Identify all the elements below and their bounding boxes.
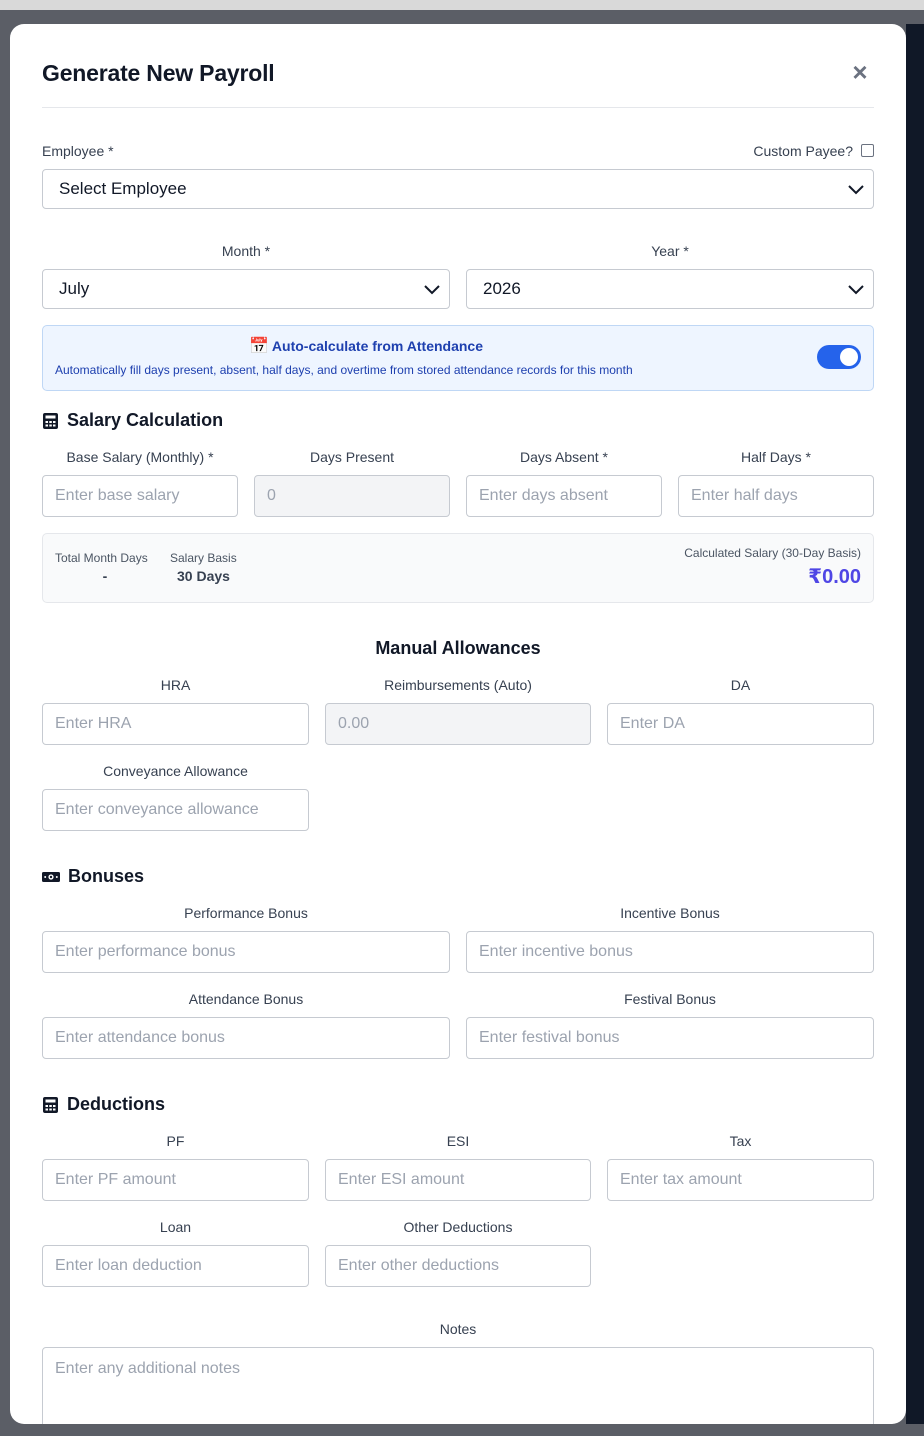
hra-label: HRA xyxy=(160,677,191,693)
pf-label: PF xyxy=(166,1133,185,1149)
notes-placeholder: Enter any additional notes xyxy=(55,1360,241,1377)
da-placeholder: Enter DA xyxy=(620,715,685,732)
conveyance-label: Conveyance Allowance xyxy=(103,763,248,779)
days-present-input: 0 xyxy=(254,475,450,517)
backdrop-top xyxy=(0,0,924,10)
employee-label: Employee * xyxy=(42,143,114,159)
payroll-modal: Generate New Payroll × Employee * Custom… xyxy=(10,24,906,1424)
other-deductions-label: Other Deductions xyxy=(403,1219,513,1235)
esi-input[interactable]: Enter ESI amount xyxy=(325,1159,591,1201)
attendance-bonus-placeholder: Enter attendance bonus xyxy=(55,1029,225,1046)
close-button[interactable]: × xyxy=(846,56,874,87)
salary-section-title: Salary Calculation xyxy=(42,410,223,431)
esi-placeholder: Enter ESI amount xyxy=(338,1171,465,1188)
incentive-bonus-label: Incentive Bonus xyxy=(620,905,720,921)
autocalc-title-row: 📅 Auto-calculate from Attendance xyxy=(249,336,483,356)
money-icon xyxy=(42,871,60,882)
autocalc-panel: 📅 Auto-calculate from Attendance Automat… xyxy=(42,325,874,391)
loan-input[interactable]: Enter loan deduction xyxy=(42,1245,309,1287)
autocalc-title: Auto-calculate from Attendance xyxy=(271,338,483,354)
deductions-section-label: Deductions xyxy=(67,1094,166,1114)
hra-input[interactable]: Enter HRA xyxy=(42,703,309,745)
modal-header: Generate New Payroll × xyxy=(42,24,874,108)
toggle-knob xyxy=(840,348,858,366)
reimbursements-label: Reimbursements (Auto) xyxy=(384,677,532,693)
custom-payee-label: Custom Payee? xyxy=(753,143,853,159)
base-salary-placeholder: Enter base salary xyxy=(55,487,180,504)
da-input[interactable]: Enter DA xyxy=(607,703,874,745)
festival-bonus-input[interactable]: Enter festival bonus xyxy=(466,1017,874,1059)
calculated-salary-value: ₹0.00 xyxy=(808,566,861,588)
conveyance-placeholder: Enter conveyance allowance xyxy=(55,801,259,818)
half-days-placeholder: Enter half days xyxy=(691,487,798,504)
performance-bonus-label: Performance Bonus xyxy=(184,905,308,921)
half-days-label: Half Days * xyxy=(740,449,812,465)
autocalc-description: Automatically fill days present, absent,… xyxy=(55,363,633,377)
reimbursements-input: 0.00 xyxy=(325,703,591,745)
month-select[interactable]: July xyxy=(42,269,450,309)
base-salary-label: Base Salary (Monthly) * xyxy=(66,449,214,465)
esi-label: ESI xyxy=(446,1133,470,1149)
notes-label: Notes xyxy=(439,1321,477,1337)
total-month-days-label: Total Month Days xyxy=(55,551,148,565)
attendance-bonus-input[interactable]: Enter attendance bonus xyxy=(42,1017,450,1059)
performance-bonus-placeholder: Enter performance bonus xyxy=(55,943,236,960)
close-icon: × xyxy=(852,56,868,87)
year-select[interactable]: 2026 xyxy=(466,269,874,309)
total-month-days-value: - xyxy=(102,568,108,584)
pf-input[interactable]: Enter PF amount xyxy=(42,1159,309,1201)
tax-label: Tax xyxy=(729,1133,752,1149)
notes-textarea[interactable]: Enter any additional notes xyxy=(42,1347,874,1424)
reimbursements-value: 0.00 xyxy=(338,715,370,732)
allowances-title: Manual Allowances xyxy=(375,638,541,658)
salary-basis-label: Salary Basis xyxy=(170,551,237,565)
chevron-down-icon xyxy=(848,285,864,295)
days-absent-label: Days Absent * xyxy=(520,449,608,465)
month-select-value: July xyxy=(59,279,90,298)
days-present-value: 0 xyxy=(267,487,276,504)
calculator-icon xyxy=(43,412,58,429)
conveyance-input[interactable]: Enter conveyance allowance xyxy=(42,789,309,831)
salary-summary: Total Month Days - Salary Basis 30 Days … xyxy=(42,533,874,603)
chevron-down-icon xyxy=(424,285,440,295)
salary-section-label: Salary Calculation xyxy=(67,410,224,430)
days-absent-placeholder: Enter days absent xyxy=(479,487,608,504)
base-salary-input[interactable]: Enter base salary xyxy=(42,475,238,517)
performance-bonus-input[interactable]: Enter performance bonus xyxy=(42,931,450,973)
bonuses-section-label: Bonuses xyxy=(68,866,145,886)
days-absent-input[interactable]: Enter days absent xyxy=(466,475,662,517)
pf-placeholder: Enter PF amount xyxy=(55,1171,176,1188)
da-label: DA xyxy=(730,677,751,693)
attendance-bonus-label: Attendance Bonus xyxy=(188,991,304,1007)
deductions-section-title: Deductions xyxy=(42,1094,165,1115)
incentive-bonus-placeholder: Enter incentive bonus xyxy=(479,943,633,960)
festival-bonus-label: Festival Bonus xyxy=(624,991,716,1007)
year-select-value: 2026 xyxy=(483,279,521,298)
bonuses-section-title: Bonuses xyxy=(42,866,144,887)
backdrop-overlay[interactable] xyxy=(906,24,924,1424)
incentive-bonus-input[interactable]: Enter incentive bonus xyxy=(466,931,874,973)
modal-title: Generate New Payroll xyxy=(42,60,275,86)
other-deductions-input[interactable]: Enter other deductions xyxy=(325,1245,591,1287)
hra-placeholder: Enter HRA xyxy=(55,715,132,732)
days-present-label: Days Present xyxy=(309,449,395,465)
autocalc-toggle[interactable] xyxy=(817,345,861,369)
calendar-icon: 📅 xyxy=(249,338,269,355)
tax-placeholder: Enter tax amount xyxy=(620,1171,742,1188)
chevron-down-icon xyxy=(848,185,864,195)
calculator-icon xyxy=(43,1096,58,1113)
other-deductions-placeholder: Enter other deductions xyxy=(338,1257,499,1274)
year-label: Year * xyxy=(651,243,689,259)
employee-select-value: Select Employee xyxy=(59,179,187,198)
calculated-salary-label: Calculated Salary (30-Day Basis) xyxy=(684,546,861,560)
tax-input[interactable]: Enter tax amount xyxy=(607,1159,874,1201)
loan-label: Loan xyxy=(159,1219,192,1235)
custom-payee-checkbox[interactable] xyxy=(861,144,874,157)
salary-basis-value: 30 Days xyxy=(177,568,230,584)
half-days-input[interactable]: Enter half days xyxy=(678,475,874,517)
loan-placeholder: Enter loan deduction xyxy=(55,1257,202,1274)
month-label: Month * xyxy=(221,243,271,259)
festival-bonus-placeholder: Enter festival bonus xyxy=(479,1029,620,1046)
employee-select[interactable]: Select Employee xyxy=(42,169,874,209)
